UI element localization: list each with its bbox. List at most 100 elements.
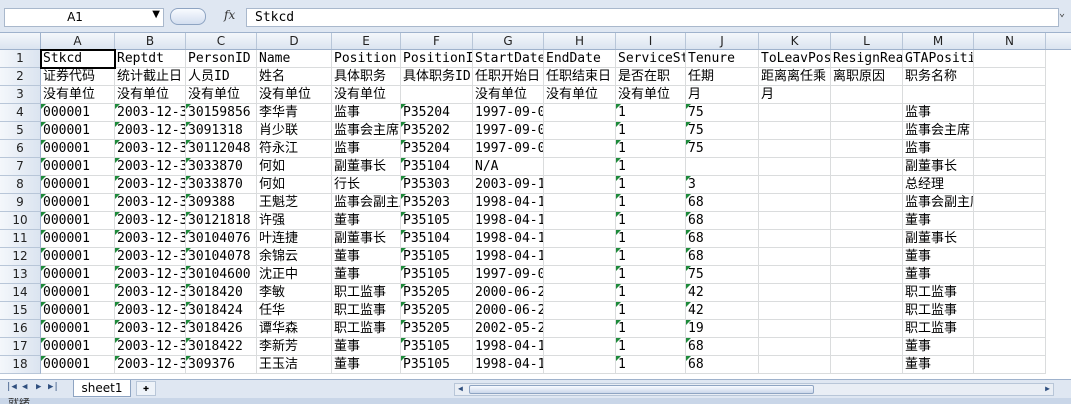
cell-f12[interactable]: P35105 xyxy=(401,248,473,266)
cell-g2[interactable]: 任职开始日 xyxy=(473,68,544,86)
cell-g16[interactable]: 2002-05-23 xyxy=(473,320,544,338)
cell-l2[interactable]: 离职原因 xyxy=(831,68,903,86)
cell-n14[interactable] xyxy=(974,284,1046,302)
cell-c4[interactable]: 30159856 xyxy=(186,104,257,122)
cell-c13[interactable]: 30104600 xyxy=(186,266,257,284)
row-header[interactable]: 9 xyxy=(0,194,41,212)
cell-d7[interactable]: 何如 xyxy=(257,158,332,176)
cell-n17[interactable] xyxy=(974,338,1046,356)
cell-n3[interactable] xyxy=(974,86,1046,104)
splitter-handle[interactable] xyxy=(170,8,206,25)
cell-a4[interactable]: 000001 xyxy=(41,104,115,122)
cell-f7[interactable]: P35104 xyxy=(401,158,473,176)
cell-d5[interactable]: 肖少联 xyxy=(257,122,332,140)
cell-f5[interactable]: P35202 xyxy=(401,122,473,140)
cell-j1[interactable]: Tenure xyxy=(686,50,759,68)
cell-j5[interactable]: 75 xyxy=(686,122,759,140)
cell-a17[interactable]: 000001 xyxy=(41,338,115,356)
cell-k3[interactable]: 月 xyxy=(759,86,831,104)
cell-k6[interactable] xyxy=(759,140,831,158)
cell-d9[interactable]: 王魁芝 xyxy=(257,194,332,212)
cell-n5[interactable] xyxy=(974,122,1046,140)
cell-k7[interactable] xyxy=(759,158,831,176)
cell-d16[interactable]: 谭华森 xyxy=(257,320,332,338)
cell-n10[interactable] xyxy=(974,212,1046,230)
cell-h12[interactable] xyxy=(544,248,616,266)
column-header-d[interactable]: D xyxy=(257,33,332,49)
cell-b7[interactable]: 2003-12-31 xyxy=(115,158,186,176)
cell-i11[interactable]: 1 xyxy=(616,230,686,248)
cell-c2[interactable]: 人员ID xyxy=(186,68,257,86)
cell-c18[interactable]: 309376 xyxy=(186,356,257,374)
cell-j11[interactable]: 68 xyxy=(686,230,759,248)
cell-f14[interactable]: P35205 xyxy=(401,284,473,302)
cell-m9[interactable]: 监事会副主席 xyxy=(903,194,974,212)
row-header[interactable]: 18 xyxy=(0,356,41,374)
cell-a12[interactable]: 000001 xyxy=(41,248,115,266)
cell-e10[interactable]: 董事 xyxy=(332,212,401,230)
cell-j16[interactable]: 19 xyxy=(686,320,759,338)
row-header[interactable]: 2 xyxy=(0,68,41,86)
cell-l14[interactable] xyxy=(831,284,903,302)
cell-h11[interactable] xyxy=(544,230,616,248)
cell-j10[interactable]: 68 xyxy=(686,212,759,230)
cell-k9[interactable] xyxy=(759,194,831,212)
cell-m16[interactable]: 职工监事 xyxy=(903,320,974,338)
cell-h17[interactable] xyxy=(544,338,616,356)
cell-b13[interactable]: 2003-12-31 xyxy=(115,266,186,284)
cell-h13[interactable] xyxy=(544,266,616,284)
row-header[interactable]: 8 xyxy=(0,176,41,194)
cell-d18[interactable]: 王玉洁 xyxy=(257,356,332,374)
column-header-c[interactable]: C xyxy=(186,33,257,49)
cell-f10[interactable]: P35105 xyxy=(401,212,473,230)
cell-g12[interactable]: 1998-04-16 xyxy=(473,248,544,266)
cell-k2[interactable]: 距离离任乘 xyxy=(759,68,831,86)
cell-l10[interactable] xyxy=(831,212,903,230)
formula-input[interactable]: Stkcd xyxy=(246,8,1059,27)
cell-b6[interactable]: 2003-12-31 xyxy=(115,140,186,158)
cell-n9[interactable] xyxy=(974,194,1046,212)
cell-l16[interactable] xyxy=(831,320,903,338)
cell-h14[interactable] xyxy=(544,284,616,302)
cell-k11[interactable] xyxy=(759,230,831,248)
cell-n7[interactable] xyxy=(974,158,1046,176)
row-header[interactable]: 15 xyxy=(0,302,41,320)
row-header[interactable]: 4 xyxy=(0,104,41,122)
cell-h2[interactable]: 任职结束日 xyxy=(544,68,616,86)
cell-h15[interactable] xyxy=(544,302,616,320)
cell-f18[interactable]: P35105 xyxy=(401,356,473,374)
column-header-j[interactable]: J xyxy=(686,33,759,49)
cell-i18[interactable]: 1 xyxy=(616,356,686,374)
row-header[interactable]: 16 xyxy=(0,320,41,338)
cell-g13[interactable]: 1997-09-04 xyxy=(473,266,544,284)
cell-h5[interactable] xyxy=(544,122,616,140)
cell-i14[interactable]: 1 xyxy=(616,284,686,302)
insert-sheet-icon[interactable]: ✚ xyxy=(136,381,156,396)
cell-a14[interactable]: 000001 xyxy=(41,284,115,302)
cell-d6[interactable]: 符永江 xyxy=(257,140,332,158)
next-sheet-icon[interactable]: ▶ xyxy=(36,382,41,392)
cell-e7[interactable]: 副董事长 xyxy=(332,158,401,176)
cell-j8[interactable]: 3 xyxy=(686,176,759,194)
row-header[interactable]: 17 xyxy=(0,338,41,356)
cell-c15[interactable]: 3018424 xyxy=(186,302,257,320)
cell-d1[interactable]: Name xyxy=(257,50,332,68)
cell-g11[interactable]: 1998-04-16 xyxy=(473,230,544,248)
cell-n13[interactable] xyxy=(974,266,1046,284)
cell-f16[interactable]: P35205 xyxy=(401,320,473,338)
cell-i7[interactable]: 1 xyxy=(616,158,686,176)
cell-n1[interactable] xyxy=(974,50,1046,68)
cell-d15[interactable]: 任华 xyxy=(257,302,332,320)
row-header[interactable]: 14 xyxy=(0,284,41,302)
cell-j15[interactable]: 42 xyxy=(686,302,759,320)
cell-f9[interactable]: P35203 xyxy=(401,194,473,212)
cell-f15[interactable]: P35205 xyxy=(401,302,473,320)
cell-c17[interactable]: 3018422 xyxy=(186,338,257,356)
cell-g5[interactable]: 1997-09-04 xyxy=(473,122,544,140)
cell-m4[interactable]: 监事 xyxy=(903,104,974,122)
row-header[interactable]: 6 xyxy=(0,140,41,158)
cell-i4[interactable]: 1 xyxy=(616,104,686,122)
cell-i3[interactable]: 没有单位 xyxy=(616,86,686,104)
cell-k15[interactable] xyxy=(759,302,831,320)
cell-b4[interactable]: 2003-12-31 xyxy=(115,104,186,122)
